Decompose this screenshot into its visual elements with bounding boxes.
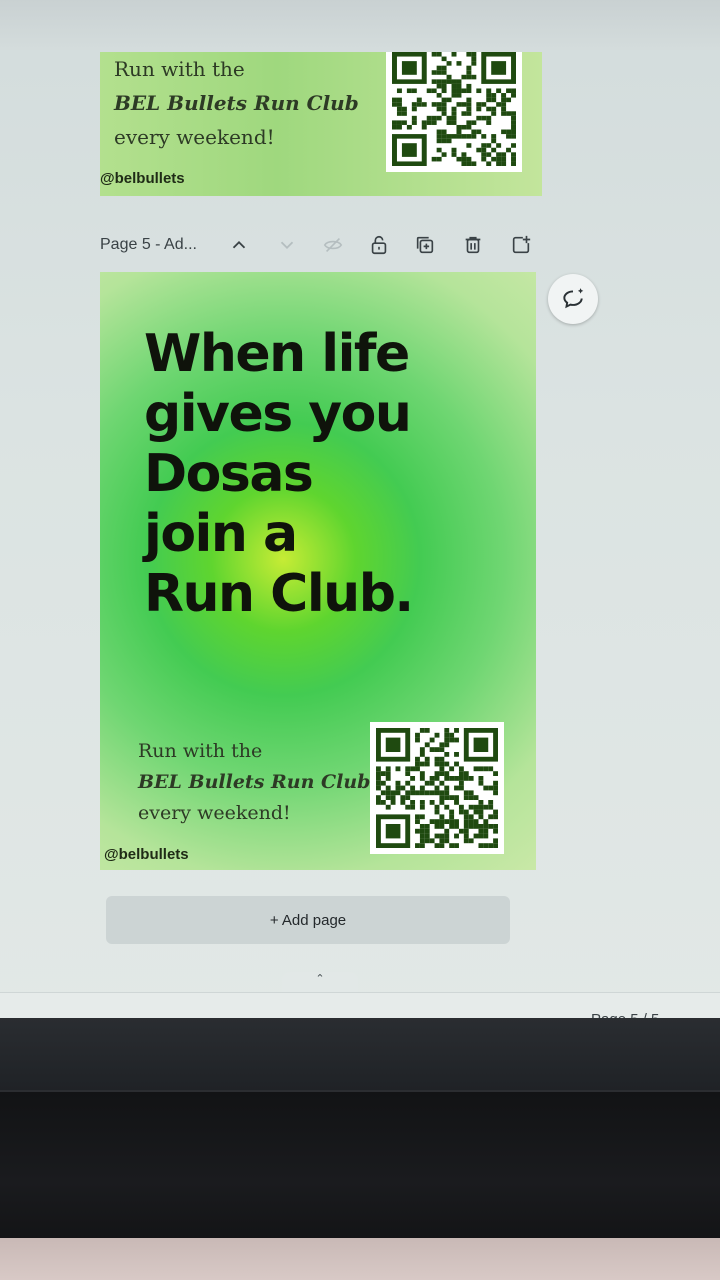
tagline-line2: BEL Bullets Run Club — [138, 771, 371, 793]
notes-toggle-tab[interactable]: ⌃ — [282, 972, 358, 992]
current-page-canvas[interactable]: When life gives you Dosas join a Run Clu… — [100, 272, 536, 870]
prev-tagline-line2: BEL Bullets Run Club — [114, 91, 359, 115]
add-comment-button[interactable] — [548, 274, 598, 324]
prev-tagline: Run with the BEL Bullets Run Club every … — [114, 52, 359, 154]
chevron-up-icon[interactable] — [226, 232, 252, 258]
add-page-icon[interactable] — [508, 232, 534, 258]
headline-line: gives you — [144, 384, 412, 444]
tagline-line1: Run with the — [138, 740, 263, 762]
chevron-up-small-icon: ⌃ — [315, 972, 325, 985]
prev-qr-code — [386, 52, 522, 172]
headline-line: join a — [144, 504, 298, 564]
desk-surface — [0, 1238, 720, 1280]
comment-icon — [563, 288, 584, 309]
chevron-down-icon[interactable] — [274, 232, 300, 258]
poster-headline: When life gives you Dosas join a Run Clu… — [144, 324, 524, 624]
screen-top-area — [0, 0, 720, 50]
page-title-label[interactable]: Page 5 - Ad... — [100, 236, 197, 254]
poster-tagline: Run with the BEL Bullets Run Club every … — [138, 736, 370, 829]
page-toolbar: Page 5 - Ad... — [100, 230, 540, 262]
laptop-bezel — [0, 1090, 720, 1242]
screen: Run with the BEL Bullets Run Club every … — [0, 0, 720, 1040]
hide-icon[interactable] — [320, 232, 346, 258]
add-page-button[interactable]: + Add page — [106, 896, 510, 944]
trash-icon[interactable] — [460, 232, 486, 258]
headline-line: When life — [144, 324, 410, 384]
qr-code — [370, 722, 504, 854]
tagline-line3: every weekend! — [138, 802, 291, 824]
poster-handle: @belbullets — [104, 846, 189, 863]
prev-tagline-line1: Run with the — [114, 57, 245, 81]
screen-bottom-edge — [0, 1018, 720, 1098]
headline-line: Dosas — [144, 444, 314, 504]
prev-tagline-line3: every weekend! — [114, 125, 275, 149]
headline-line: Run Club. — [144, 564, 414, 624]
duplicate-icon[interactable] — [412, 232, 438, 258]
previous-page-canvas[interactable]: Run with the BEL Bullets Run Club every … — [100, 52, 542, 196]
prev-handle: @belbullets — [100, 170, 185, 187]
lock-icon[interactable] — [366, 232, 392, 258]
